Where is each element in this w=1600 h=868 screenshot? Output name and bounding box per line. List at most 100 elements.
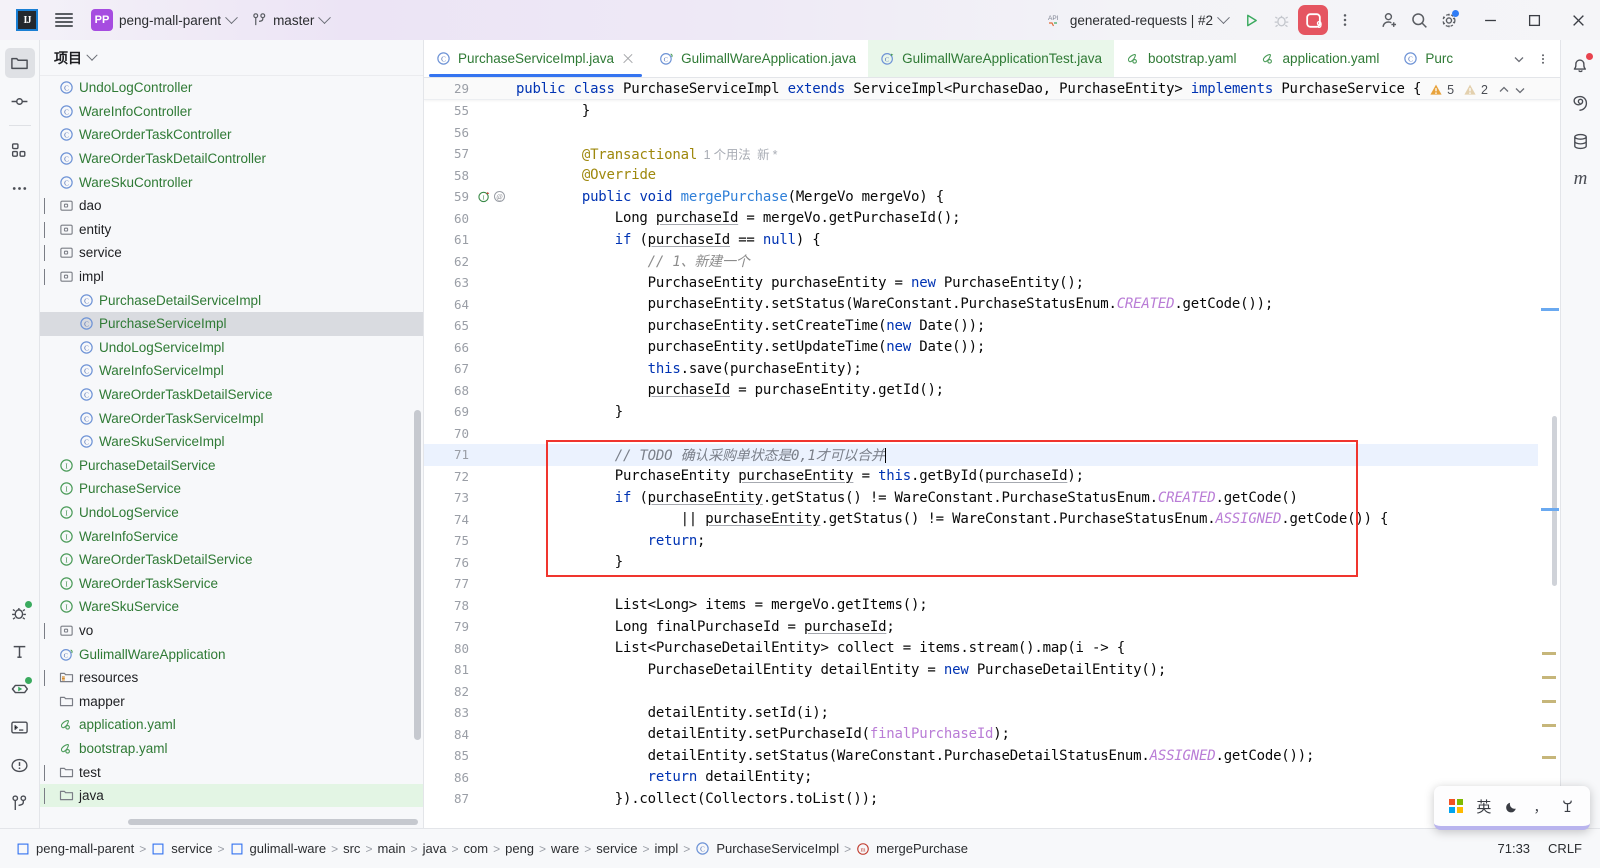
sidebar-item-database[interactable] [1566, 126, 1596, 156]
sidebar-item-debug[interactable] [5, 598, 35, 628]
code-line[interactable]: 86 return detailEntity; [424, 767, 1560, 789]
chevron-right-icon[interactable] [44, 221, 57, 238]
settings-button[interactable] [1434, 5, 1464, 35]
project-panel-header[interactable]: 项目 [40, 40, 423, 76]
code-line[interactable]: 82 [424, 681, 1560, 703]
tree-item-wareskuservice[interactable]: I WareSkuService [40, 595, 423, 619]
breadcrumb-item-purchaseserviceimpl[interactable]: C PurchaseServiceImpl [691, 837, 843, 861]
implementing-method-icon[interactable]: I [478, 190, 491, 203]
close-tab-icon[interactable] [621, 52, 635, 66]
main-menu-button[interactable] [46, 6, 82, 34]
search-everywhere-button[interactable] [1404, 5, 1434, 35]
annotation-gutter-icon[interactable]: @ [493, 190, 506, 203]
editor-tab-bootstrap-yaml[interactable]: bootstrap.yaml [1114, 40, 1249, 77]
tree-item-wareordertaskdetailservice[interactable]: I WareOrderTaskDetailService [40, 548, 423, 572]
breadcrumb-item-service[interactable]: service [147, 837, 216, 861]
chevron-down-icon[interactable] [44, 788, 57, 805]
breadcrumb-item-ware[interactable]: ware [547, 837, 583, 861]
debug-button[interactable] [1266, 5, 1296, 35]
minimize-window-button[interactable] [1468, 0, 1512, 40]
breadcrumb-item-java[interactable]: java [419, 837, 451, 861]
code-line[interactable]: 69 } [424, 401, 1560, 423]
sidebar-item-terminal[interactable] [5, 712, 35, 742]
chevron-down-icon[interactable] [1514, 84, 1526, 96]
ime-punctuation-label[interactable]: ， [1534, 797, 1547, 816]
code-line[interactable]: 83 detailEntity.setId(i); [424, 702, 1560, 724]
tree-item-dao[interactable]: dao [40, 194, 423, 218]
code-line[interactable]: 87 }).collect(Collectors.toList()); [424, 788, 1560, 810]
editor-tab-gulimallwareapplication-java[interactable]: C GulimallWareApplication.java [647, 40, 868, 77]
code-line[interactable]: 74 || purchaseEntity.getStatus() != Ware… [424, 509, 1560, 531]
project-tree[interactable]: C UndoLogController C WareInfoController C Wa… [40, 76, 423, 814]
tree-item-bootstrap-yaml[interactable]: bootstrap.yaml [40, 737, 423, 761]
chevron-up-icon[interactable] [1498, 84, 1510, 96]
breadcrumb-item-peng-mall-parent[interactable]: peng-mall-parent [12, 837, 138, 861]
tree-item-wareordertaskservice[interactable]: I WareOrderTaskService [40, 571, 423, 595]
caret-position[interactable]: 71:33 [1498, 841, 1531, 856]
tree-item-java[interactable]: java [40, 783, 423, 808]
code-line[interactable]: 71 // TODO 确认采购单状态是0,1才可以合并 [424, 444, 1560, 466]
code-line[interactable]: 65 purchaseEntity.setCreateTime(new Date… [424, 315, 1560, 337]
breadcrumb[interactable]: peng-mall-parent > service > gulimall-ware > s… [12, 837, 972, 861]
sidebar-item-commit[interactable] [5, 86, 35, 116]
editor-marker-gutter[interactable] [1538, 116, 1560, 828]
sidebar-item-more[interactable] [5, 173, 35, 203]
tree-vertical-scrollbar[interactable] [414, 410, 421, 740]
code-line[interactable]: 55 } [424, 100, 1560, 122]
code-line[interactable]: 73 if (purchaseEntity.getStatus() != War… [424, 487, 1560, 509]
more-actions-button[interactable] [1330, 5, 1360, 35]
code-line[interactable]: 76 } [424, 552, 1560, 574]
tree-item-undologcontroller[interactable]: C UndoLogController [40, 76, 423, 100]
tree-item-gulimallwareapplication[interactable]: C GulimallWareApplication [40, 642, 423, 666]
tree-item-resources[interactable]: resources [40, 666, 423, 690]
tree-item-wareskuserviceimpl[interactable]: C WareSkuServiceImpl [40, 430, 423, 454]
tree-item-purchaseserviceimpl[interactable]: C PurchaseServiceImpl [40, 311, 423, 336]
code-line[interactable]: 75 return; [424, 530, 1560, 552]
tree-item-wareordertaskcontroller[interactable]: C WareOrderTaskController [40, 123, 423, 147]
tab-options-button[interactable] [1532, 48, 1554, 70]
tree-item-wareinfocontroller[interactable]: C WareInfoController [40, 100, 423, 124]
chevron-right-icon[interactable] [44, 622, 57, 639]
code-line[interactable]: 62 // 1、新建一个 [424, 251, 1560, 273]
maximize-window-button[interactable] [1512, 0, 1556, 40]
line-separator[interactable]: CRLF [1548, 841, 1582, 856]
tree-item-vo[interactable]: vo [40, 619, 423, 643]
code-line[interactable]: 59 I @ public void mergePurchase(MergeVo… [424, 186, 1560, 208]
breadcrumb-item-main[interactable]: main [373, 837, 409, 861]
tree-horizontal-scrollbar[interactable] [40, 817, 423, 826]
sidebar-item-structure[interactable] [5, 135, 35, 165]
tree-item-undologserviceimpl[interactable]: C UndoLogServiceImpl [40, 336, 423, 360]
close-window-button[interactable] [1556, 0, 1600, 40]
chevron-down-icon[interactable] [44, 764, 57, 781]
code-line[interactable]: 78 List<Long> items = mergeVo.getItems()… [424, 595, 1560, 617]
project-selector[interactable]: PP peng-mall-parent [84, 6, 243, 34]
code-line[interactable]: 72 PurchaseEntity purchaseEntity = this.… [424, 466, 1560, 488]
ai-assistant-button[interactable]: 9 [1296, 5, 1330, 35]
code-line[interactable]: 80 List<PurchaseDetailEntity> collect = … [424, 638, 1560, 660]
tab-list-button[interactable] [1508, 48, 1530, 70]
code-line[interactable]: 68 purchaseId = purchaseEntity.getId(); [424, 380, 1560, 402]
breadcrumb-item-gulimall-ware[interactable]: gulimall-ware [226, 837, 331, 861]
code-line[interactable]: 64 purchaseEntity.setStatus(WareConstant… [424, 294, 1560, 316]
tree-item-wareskucontroller[interactable]: C WareSkuController [40, 170, 423, 194]
tree-item-undologservice[interactable]: I UndoLogService [40, 501, 423, 525]
tree-item-application-yaml[interactable]: application.yaml [40, 713, 423, 737]
breadcrumb-item-impl[interactable]: impl [650, 837, 682, 861]
breadcrumb-item-peng[interactable]: peng [501, 837, 538, 861]
tree-item-service[interactable]: service [40, 241, 423, 265]
code-line[interactable]: 77 [424, 573, 1560, 595]
tree-item-wareordertaskdetailservice[interactable]: C WareOrderTaskDetailService [40, 383, 423, 407]
editor-tab-purchaseserviceimpl-java[interactable]: C PurchaseServiceImpl.java [424, 40, 647, 77]
chevron-down-icon[interactable] [44, 269, 57, 286]
code-line[interactable]: 67 this.save(purchaseEntity); [424, 358, 1560, 380]
code-line[interactable]: 58 @Override [424, 165, 1560, 187]
ime-popup[interactable]: 英 ， [1434, 786, 1590, 830]
sidebar-item-git[interactable] [5, 788, 35, 818]
code-editor[interactable]: 29 public class PurchaseServiceImpl exte… [424, 78, 1560, 828]
sidebar-item-problems[interactable] [5, 750, 35, 780]
chevron-down-icon[interactable] [86, 49, 98, 61]
tree-item-entity[interactable]: entity [40, 218, 423, 242]
breadcrumb-item-src[interactable]: src [339, 837, 364, 861]
code-line[interactable]: 81 PurchaseDetailEntity detailEntity = n… [424, 659, 1560, 681]
chevron-down-icon[interactable] [44, 670, 57, 687]
